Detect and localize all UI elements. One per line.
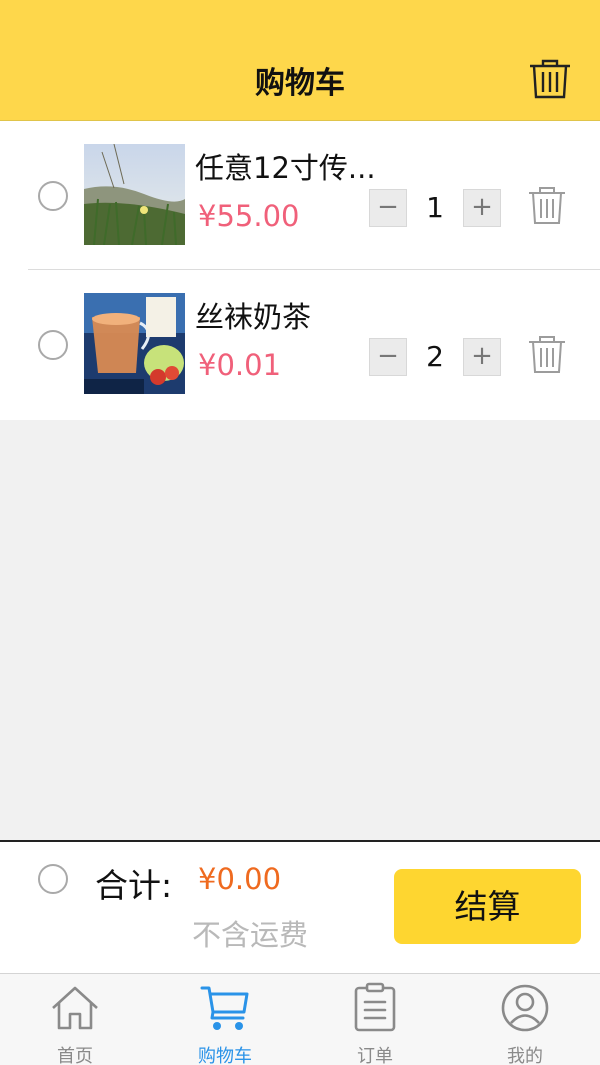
- trash-icon[interactable]: [528, 334, 566, 374]
- tab-label: 购物车: [198, 1046, 252, 1065]
- tab-profile[interactable]: 我的: [450, 974, 600, 1065]
- cart-icon: [200, 986, 249, 1030]
- home-icon: [52, 986, 98, 1030]
- checkout-bar: 合计: ¥0.00 不含运费 结算: [0, 840, 600, 973]
- quantity-minus-button[interactable]: −: [369, 189, 407, 227]
- profile-icon: [501, 984, 549, 1032]
- quantity-value: 2: [426, 340, 444, 373]
- product-image[interactable]: [84, 293, 185, 394]
- quantity-plus-button[interactable]: +: [463, 338, 501, 376]
- page-title: 购物车: [255, 66, 345, 101]
- tab-orders[interactable]: 订单: [300, 974, 450, 1065]
- product-price: ¥0.01: [198, 348, 282, 382]
- tab-cart[interactable]: 购物车: [150, 974, 300, 1065]
- product-image[interactable]: [84, 144, 185, 245]
- item-select-radio[interactable]: [38, 181, 68, 211]
- cart-list: 任意12寸传... ¥55.00 − 1 + 丝袜奶茶 ¥0.01 − 2 +: [0, 121, 600, 420]
- cart-item: 丝袜奶茶 ¥0.01 − 2 +: [0, 270, 600, 419]
- tab-label: 首页: [57, 1046, 93, 1065]
- item-select-radio[interactable]: [38, 330, 68, 360]
- select-all-radio[interactable]: [38, 864, 68, 894]
- trash-icon[interactable]: [528, 57, 572, 99]
- total-label: 合计:: [95, 866, 173, 905]
- tab-label: 订单: [357, 1046, 393, 1065]
- nav-header: 购物车: [0, 0, 600, 121]
- quantity-value: 1: [426, 191, 444, 224]
- product-name[interactable]: 任意12寸传...: [195, 145, 395, 187]
- total-value: ¥0.00: [198, 862, 282, 896]
- shipping-note: 不含运费: [192, 918, 309, 952]
- tab-home[interactable]: 首页: [0, 974, 150, 1065]
- cart-item: 任意12寸传... ¥55.00 − 1 +: [0, 121, 600, 270]
- checkout-button[interactable]: 结算: [394, 869, 581, 944]
- trash-icon[interactable]: [528, 185, 566, 225]
- quantity-minus-button[interactable]: −: [369, 338, 407, 376]
- tab-label: 我的: [507, 1046, 543, 1065]
- quantity-plus-button[interactable]: +: [463, 189, 501, 227]
- order-list-icon: [354, 982, 396, 1032]
- product-price: ¥55.00: [198, 199, 300, 233]
- tab-bar: 首页 购物车 订单 我的: [0, 973, 600, 1065]
- product-name[interactable]: 丝袜奶茶: [195, 294, 395, 336]
